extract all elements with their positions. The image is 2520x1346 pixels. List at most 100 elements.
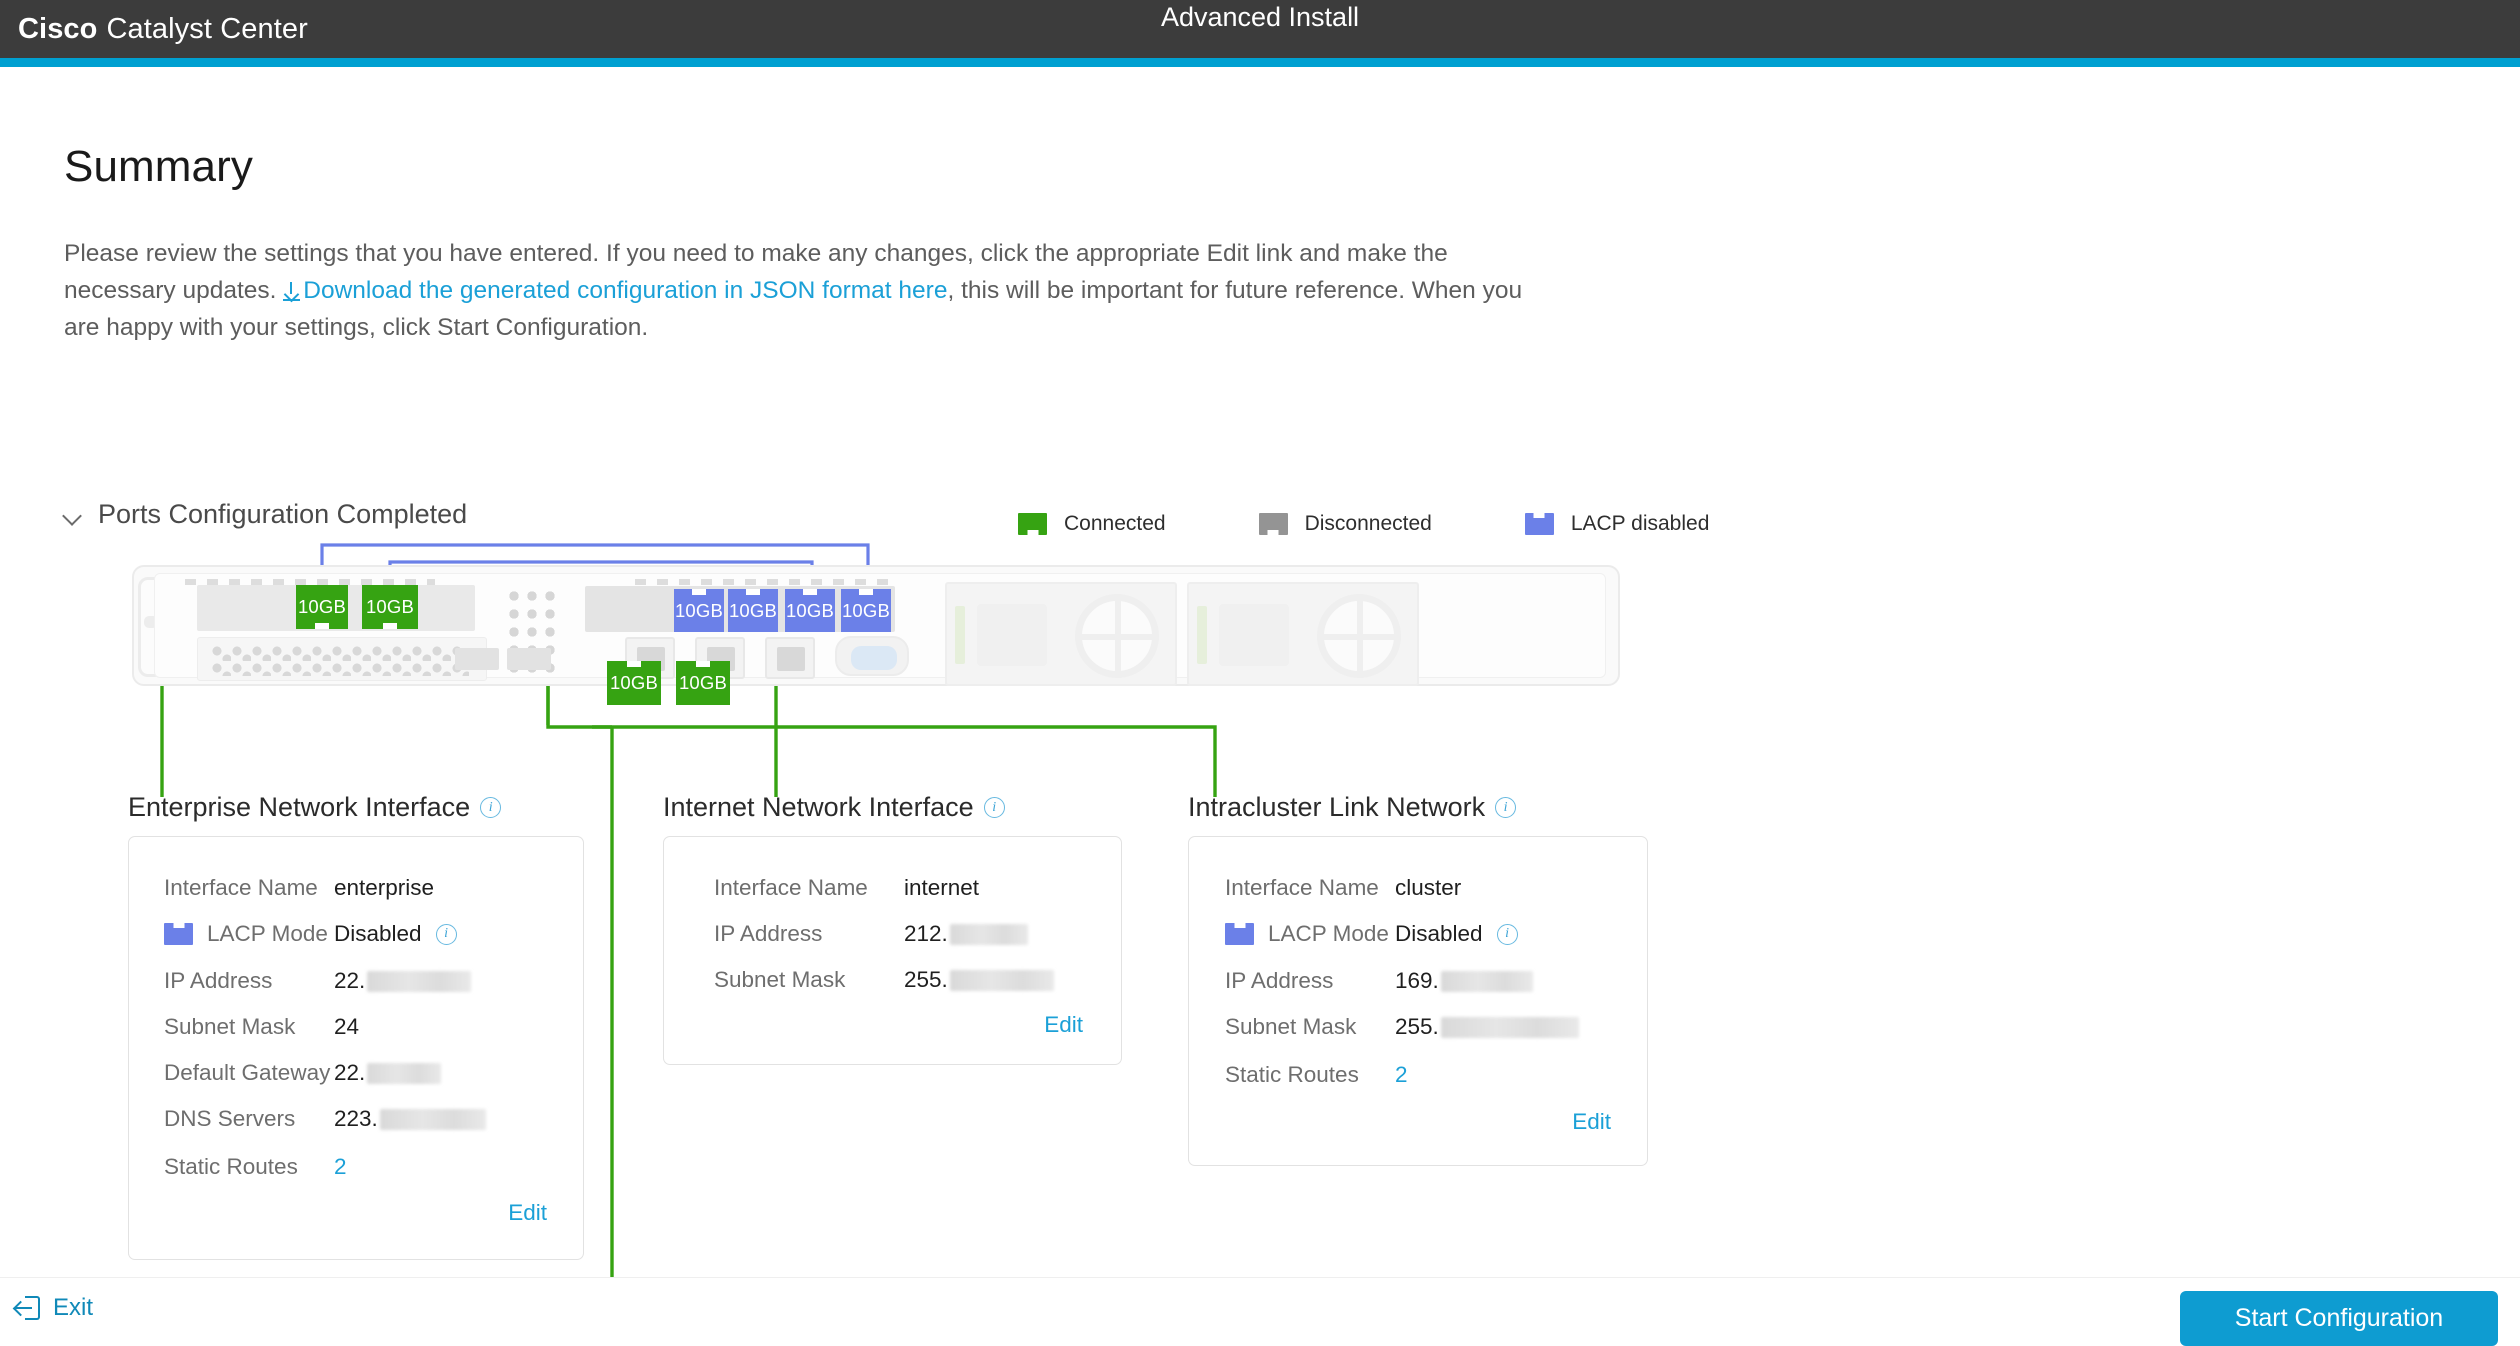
wizard-title: Advanced Install — [1160, 2, 1360, 32]
server-psu-1 — [945, 582, 1177, 686]
row-interface-name: Interface Name internet — [714, 875, 979, 901]
port-chip-label: 10GB — [674, 599, 724, 621]
row-ip-address: IP Address 22. — [164, 968, 472, 994]
ports-configuration-label: Ports Configuration Completed — [98, 499, 468, 529]
enterprise-interface-card: Interface Name enterprise LACP Mode Disa… — [128, 836, 584, 1260]
start-configuration-button[interactable]: Start Configuration — [2180, 1291, 2498, 1346]
row-value: 255. — [904, 967, 948, 992]
row-value: 169. — [1395, 968, 1439, 993]
disconnected-swatch-icon — [1258, 513, 1288, 535]
row-ip-address: IP Address 212. — [714, 921, 1028, 947]
port-chip-lacp-3[interactable]: 10GB — [785, 589, 835, 632]
row-subnet-mask: Subnet Mask 255. — [714, 967, 1054, 993]
row-value: 255. — [1395, 1014, 1439, 1039]
intracluster-interface-card: Interface Name cluster LACP Mode Disable… — [1188, 836, 1648, 1166]
port-chip-internet-1[interactable]: 10GB — [607, 661, 661, 705]
internet-interface-card: Interface Name internet IP Address 212. … — [663, 836, 1122, 1065]
internet-interface-title: Internet Network Interface i — [663, 792, 1005, 823]
row-label: IP Address — [164, 968, 273, 993]
chevron-down-icon[interactable] — [64, 509, 84, 521]
lacp-swatch-icon — [164, 923, 193, 945]
row-label: Subnet Mask — [1225, 1014, 1357, 1039]
info-icon[interactable]: i — [480, 797, 502, 818]
row-label: Static Routes — [1225, 1062, 1359, 1087]
exit-arrow-icon — [14, 1295, 40, 1321]
row-value: enterprise — [334, 875, 435, 900]
row-label: Subnet Mask — [164, 1014, 296, 1039]
row-value: 22. — [334, 1060, 366, 1085]
row-value: internet — [904, 875, 980, 900]
row-label: Default Gateway — [164, 1060, 331, 1085]
legend-label-lacp-disabled: LACP disabled — [1570, 512, 1710, 535]
intracluster-interface-title-label: Intracluster Link Network — [1188, 792, 1486, 822]
port-chip-enterprise-1[interactable]: 10GB — [296, 585, 348, 629]
row-label: DNS Servers — [164, 1106, 296, 1131]
info-icon[interactable]: i — [1496, 923, 1518, 945]
info-icon[interactable]: i — [983, 797, 1005, 818]
row-interface-name: Interface Name enterprise — [164, 875, 434, 901]
row-value: Disabled — [1395, 921, 1483, 946]
ports-configuration-header[interactable]: Ports Configuration Completed — [64, 499, 467, 530]
lacp-disabled-swatch-icon — [1524, 513, 1554, 535]
server-vga-port — [835, 636, 909, 676]
port-chip-label: 10GB — [609, 672, 659, 693]
edit-enterprise-link[interactable]: Edit — [508, 1200, 547, 1226]
info-icon[interactable]: i — [1495, 797, 1517, 818]
row-default-gateway: Default Gateway 22. — [164, 1060, 442, 1086]
row-value[interactable]: 2 — [1395, 1062, 1408, 1088]
port-chip-enterprise-2[interactable]: 10GB — [362, 585, 418, 629]
internet-interface-title-label: Internet Network Interface — [663, 792, 974, 822]
exit-button[interactable]: Exit — [14, 1294, 93, 1322]
page-body: Summary Please review the settings that … — [0, 67, 2520, 1277]
page-title: Summary — [64, 142, 253, 191]
redacted-value — [949, 923, 1028, 945]
server-usb-port-2 — [507, 648, 551, 670]
port-chip-lacp-1[interactable]: 10GB — [674, 589, 724, 632]
row-label: Static Routes — [164, 1154, 298, 1179]
row-label: Interface Name — [1225, 875, 1379, 900]
server-rj45-port-3 — [765, 637, 815, 679]
redacted-value — [1440, 970, 1533, 992]
page-footer: Exit Start Configuration — [0, 1277, 2520, 1346]
port-chip-lacp-4[interactable]: 10GB — [841, 589, 891, 632]
row-label: IP Address — [1225, 968, 1334, 993]
port-chip-label: 10GB — [297, 596, 347, 617]
legend-item-lacp-disabled: LACP disabled — [1524, 512, 1710, 536]
row-interface-name: Interface Name cluster — [1225, 875, 1461, 901]
port-chip-internet-2[interactable]: 10GB — [676, 661, 730, 705]
port-chip-lacp-2[interactable]: 10GB — [728, 589, 778, 632]
row-ip-address: IP Address 169. — [1225, 968, 1533, 994]
accent-bar — [0, 58, 2520, 67]
row-static-routes: Static Routes 2 — [164, 1154, 347, 1180]
row-value[interactable]: 2 — [334, 1154, 347, 1180]
port-chip-label: 10GB — [785, 599, 835, 621]
download-json-link[interactable]: Download the generated configuration in … — [303, 277, 947, 304]
server-psu-2 — [1187, 582, 1419, 686]
server-vent-dots-2 — [635, 579, 895, 585]
row-label: Interface Name — [164, 875, 318, 900]
ports-legend: Connected Disconnected LACP disabled — [1018, 512, 1709, 536]
info-icon[interactable]: i — [435, 923, 457, 945]
redacted-value — [949, 969, 1054, 991]
intro-paragraph: Please review the settings that you have… — [64, 235, 1564, 346]
row-subnet-mask: Subnet Mask 24 — [164, 1014, 359, 1040]
server-usb-port-1 — [455, 648, 499, 670]
redacted-value — [1440, 1016, 1579, 1038]
enterprise-interface-title-label: Enterprise Network Interface — [128, 792, 471, 822]
port-chip-label: 10GB — [841, 599, 891, 621]
row-subnet-mask: Subnet Mask 255. — [1225, 1014, 1579, 1040]
port-chip-label: 10GB — [678, 672, 728, 693]
edit-internet-link[interactable]: Edit — [1044, 1012, 1083, 1038]
row-label: IP Address — [714, 921, 823, 946]
redacted-value — [367, 970, 472, 992]
edit-intracluster-link[interactable]: Edit — [1572, 1109, 1611, 1135]
row-lacp-mode: LACP Mode Disabled i — [164, 921, 457, 947]
download-icon — [283, 282, 301, 301]
top-bar: Cisco Catalyst Center Advanced Install — [0, 0, 2520, 58]
row-value: 223. — [334, 1106, 378, 1131]
row-value: cluster — [1395, 875, 1462, 900]
redacted-value — [367, 1062, 442, 1084]
row-label: LACP Mode — [207, 921, 328, 946]
row-label: Subnet Mask — [714, 967, 846, 992]
server-vent-hex — [211, 644, 469, 676]
